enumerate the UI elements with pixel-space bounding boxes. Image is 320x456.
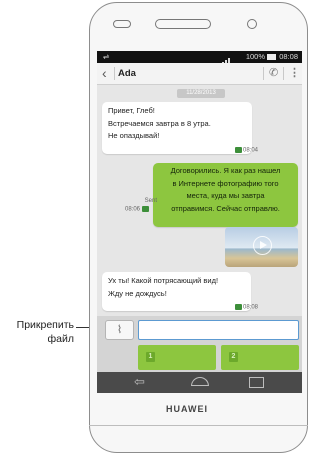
phone-screen: ⇌ 100% 08:08 ‹ Ada ✆ ⋮ 11/28/2013 Привет…: [97, 51, 302, 393]
status-time: 08:08: [279, 52, 298, 61]
header-divider: [283, 67, 284, 80]
attach-file-callout-label: Прикрепить файл: [0, 318, 74, 346]
message-line: в Интернете фотографию того: [172, 178, 279, 188]
status-bar: ⇌ 100% 08:08: [97, 51, 302, 65]
signal-icon: [222, 53, 236, 65]
message-timestamp: 08:04: [235, 147, 258, 154]
play-triangle: [260, 241, 267, 249]
send-sim2-button[interactable]: 2: [221, 345, 299, 370]
earpiece-speaker: [155, 19, 211, 29]
sim2-icon: 2: [229, 352, 238, 362]
battery-icon: [267, 54, 277, 61]
callout-label-line2: файл: [47, 333, 74, 345]
home-icon[interactable]: [191, 377, 209, 386]
message-line: Договорились. Я как раз нашел: [170, 166, 281, 175]
message-line: отправимся. Сейчас отправлю.: [171, 203, 280, 213]
callout-label-line1: Прикрепить: [16, 319, 74, 331]
date-separator: 11/28/2013: [177, 89, 225, 98]
message-line: Жду не дождусь!: [108, 288, 167, 298]
header-divider: [114, 67, 115, 80]
header-divider: [263, 67, 264, 80]
message-outgoing[interactable]: Договорились. Я как раз нашел в Интернет…: [153, 163, 298, 227]
sim-icon: [235, 147, 242, 153]
contact-name: Ada: [118, 68, 136, 79]
recent-apps-icon[interactable]: [249, 377, 264, 388]
brand-logo: HUAWEI: [166, 404, 208, 414]
message-incoming[interactable]: Привет, Глеб! Встречаемся завтра в 8 утр…: [102, 102, 252, 154]
image-attachment[interactable]: [225, 227, 298, 267]
kebab-menu-icon[interactable]: ⋮: [289, 66, 300, 79]
sim1-icon: 1: [146, 352, 155, 362]
message-line: Привет, Глеб!: [108, 106, 155, 115]
usb-icon: ⇌: [103, 52, 110, 61]
phone-bottom-edge: [89, 425, 308, 426]
message-timestamp: 08:08: [235, 304, 258, 311]
message-line: Ух ты! Какой потрясающий вид!: [108, 276, 219, 285]
message-timestamp: 08:06: [125, 206, 150, 213]
navigation-bar: ⇦: [97, 372, 302, 393]
conversation-header: ‹ Ada ✆ ⋮: [97, 63, 302, 85]
message-line: места, куда мы завтра: [186, 191, 265, 200]
message-input[interactable]: [138, 320, 299, 340]
paperclip-icon[interactable]: ⌇: [105, 320, 134, 340]
composer-row: ⌇: [97, 316, 302, 343]
chevron-left-icon[interactable]: ‹: [102, 65, 107, 81]
sim-icon: [141, 206, 149, 212]
message-line: Встречаемся завтра в 8 утра.: [108, 118, 211, 128]
status-right: 100% 08:08: [246, 51, 298, 63]
battery-percent: 100%: [245, 52, 266, 61]
send-sim1-button[interactable]: 1: [138, 345, 216, 370]
send-row: 1 2: [97, 343, 302, 372]
message-incoming[interactable]: Ух ты! Какой потрясающий вид! Жду не дож…: [102, 272, 251, 311]
message-line: Не опаздывай!: [108, 131, 160, 140]
front-camera: [247, 19, 257, 29]
sim-icon: [235, 304, 242, 310]
back-arrow-icon[interactable]: ⇦: [134, 375, 145, 389]
proximity-sensor: [113, 20, 131, 28]
sent-status: Sent: [144, 198, 157, 204]
phone-icon[interactable]: ✆: [269, 66, 278, 79]
